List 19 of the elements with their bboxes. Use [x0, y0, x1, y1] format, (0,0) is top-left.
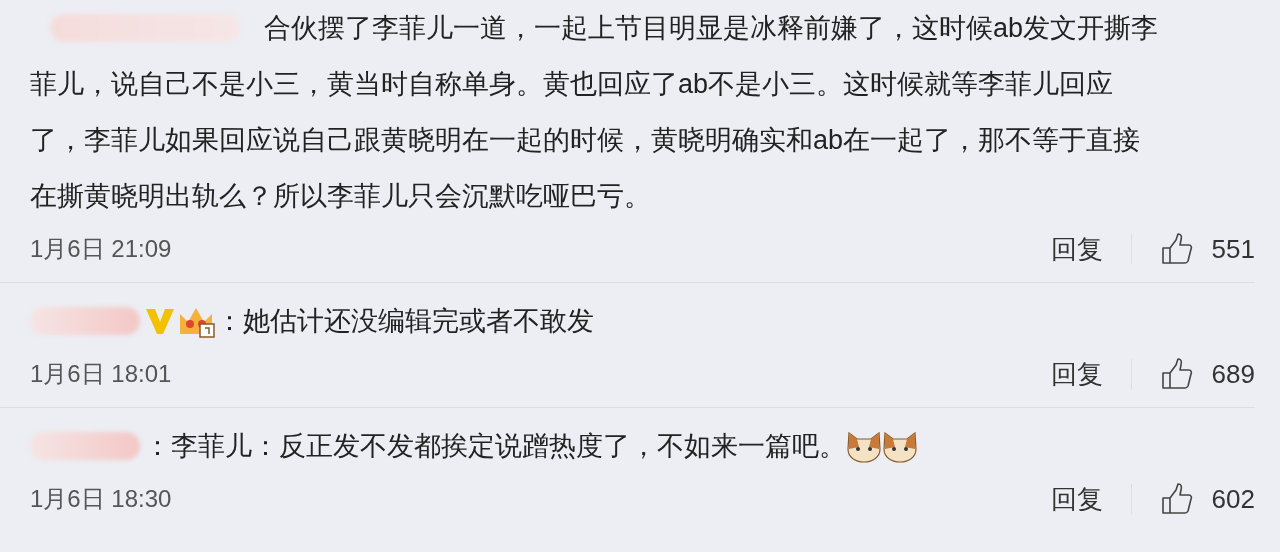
comment-text: ：她估计还没编辑完或者不敢发	[216, 305, 594, 338]
like-icon[interactable]	[1159, 482, 1194, 516]
reply-link[interactable]: 回复	[1050, 481, 1103, 517]
cat-emoji-icon	[882, 429, 918, 463]
like-icon[interactable]	[1159, 232, 1194, 266]
comment-time: 1月6日 18:01	[30, 359, 172, 389]
comment-text: ：李菲儿：反正发不发都挨定说蹭热度了，不如来一篇吧。	[144, 430, 846, 463]
like-count: 602	[1211, 483, 1255, 515]
like-icon[interactable]	[1159, 357, 1194, 391]
comment-time: 1月6日 21:09	[30, 234, 172, 264]
like-count: 689	[1211, 358, 1255, 390]
like-count: 551	[1211, 233, 1255, 265]
comment-text: 合伙摆了李菲儿一道，一起上节目明显是冰释前嫌了，这时候ab发文开撕李	[264, 12, 1159, 45]
comment-text: 在撕黄晓明出轨么？所以李菲儿只会沉默吃哑巴亏。	[30, 180, 651, 213]
comment-time: 1月6日 18:30	[30, 484, 172, 514]
comment-text: 菲儿，说自己不是小三，黄当时自称单身。黄也回应了ab不是小三。这时候就等李菲儿回应	[30, 68, 1114, 101]
reply-link[interactable]: 回复	[1050, 231, 1103, 267]
comment-text: 了，李菲儿如果回应说自己跟黄晓明在一起的时候，黄晓明确实和ab在一起了，那不等于直接	[30, 124, 1141, 157]
reply-link[interactable]: 回复	[1050, 356, 1103, 392]
